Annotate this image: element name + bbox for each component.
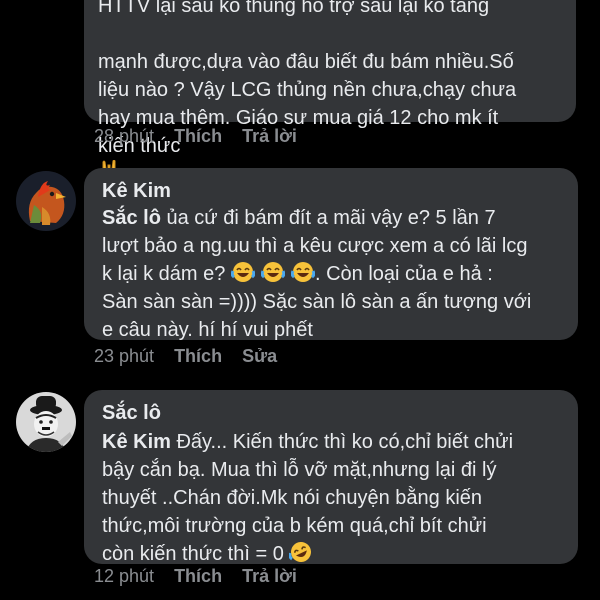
comment-1-meta: 28 phút Thích Trả lời (94, 126, 297, 147)
comment-2-text: Sắc lô ủa cứ đi bám đít a mãi vậy e? 5 l… (102, 204, 572, 344)
comment-1-text-line0: HTTV lại sau ko thủng hỗ trợ sau lại ko … (98, 0, 490, 17)
comment-3-text: Kê Kim Đấy... Kiến thức thì ko có,chỉ bi… (102, 428, 572, 568)
comment-bubble-1[interactable]: HTTV lại sau ko thủng hỗ trợ sau lại ko … (84, 0, 576, 183)
comment-3-like-button[interactable]: Thích (174, 566, 222, 587)
laughing-tears-icon (290, 262, 315, 282)
comment-1-time: 28 phút (94, 126, 155, 146)
comment-1-like-button[interactable]: Thích (174, 126, 222, 147)
comment-bubble-3[interactable]: Sắc lô Kê Kim Đấy... Kiến thức thì ko có… (84, 390, 578, 565)
comment-2-meta: 23 phút Thích Sửa (94, 346, 277, 367)
rolling-laughing-icon (289, 542, 312, 562)
comment-2-time: 23 phút (94, 346, 155, 366)
comment-2-like-button[interactable]: Thích (174, 346, 222, 367)
comment-3-author[interactable]: Sắc lô (102, 400, 161, 426)
laughing-tears-icon (260, 262, 285, 282)
laughing-tears-icon-group (230, 262, 315, 285)
avatar-sac-lo[interactable] (16, 392, 76, 452)
comment-3-mention[interactable]: Kê Kim (102, 431, 171, 453)
comment-1-reply-button[interactable]: Trả lời (242, 126, 297, 147)
chaplin-avatar-icon (16, 392, 76, 452)
avatar-ke-kim[interactable] (16, 171, 76, 231)
rooster-avatar-icon (16, 171, 76, 231)
comment-2-mention[interactable]: Sắc lô (102, 207, 161, 229)
comment-bubble-2[interactable]: Kê Kim Sắc lô ủa cứ đi bám đít a mãi vậy… (84, 168, 578, 341)
comment-2-edit-button[interactable]: Sửa (242, 346, 277, 367)
comment-3-meta: 12 phút Thích Trả lời (94, 566, 297, 587)
comment-3-reply-button[interactable]: Trả lời (242, 566, 297, 587)
comment-3-time: 12 phút (94, 566, 155, 586)
comment-1-text: mạnh được,dựa vào đâu biết đu bám nhiều.… (98, 20, 568, 189)
comment-2-author[interactable]: Kê Kim (102, 178, 171, 204)
laughing-tears-icon (230, 262, 255, 282)
